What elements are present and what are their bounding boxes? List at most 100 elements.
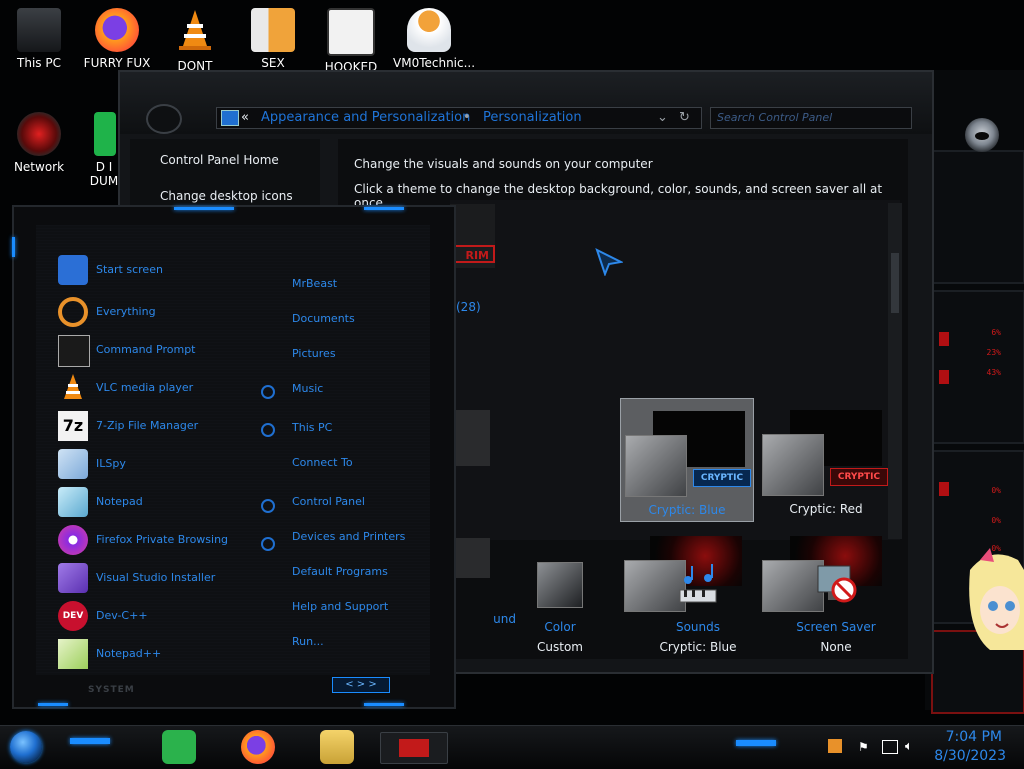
theme-item[interactable]: am <box>416 398 490 520</box>
app-icon <box>94 112 116 156</box>
desktop-icon-furry-fux[interactable]: FURRY FUX <box>81 8 153 70</box>
start-nav-arrows[interactable]: < > > <box>332 677 390 693</box>
theme-cryptic-red[interactable]: CRYPTIC Cryptic: Red <box>760 398 892 520</box>
start-orb-button[interactable] <box>10 731 42 763</box>
theme-scrollbar[interactable] <box>888 203 902 539</box>
start-item-label: Start screen <box>96 263 163 276</box>
taskbar-folder-icon[interactable] <box>320 730 354 764</box>
theme-cryptic-blue[interactable]: CRYPTIC Cryptic: Blue <box>620 398 754 522</box>
theme-banner: RIM <box>450 245 495 263</box>
devcpp-icon: DEV <box>58 601 88 631</box>
pc-icon <box>17 8 61 52</box>
theme-glass-swatch <box>762 434 824 496</box>
start-right-mrbeast[interactable]: MrBeast <box>292 277 337 290</box>
start-item-label: ILSpy <box>96 457 126 470</box>
network-icon <box>17 112 61 156</box>
desktop-icon-vm0technic[interactable]: VM0Technic... <box>393 8 475 70</box>
bullet-icon <box>261 537 275 551</box>
start-right-documents[interactable]: Documents <box>292 312 355 325</box>
start-right-this-pc[interactable]: This PC <box>292 421 332 434</box>
option-value: None <box>820 640 852 654</box>
refresh-icon[interactable]: ↻ <box>679 110 690 125</box>
network-tray-icon[interactable] <box>882 740 898 754</box>
clock-time[interactable]: 7:04 PM <box>920 729 1002 745</box>
gauge-value: 23% <box>986 348 1001 357</box>
volume-icon[interactable]: 🔈︎ <box>905 739 913 754</box>
theme-count: (28) <box>456 300 481 314</box>
desktop-icon-label: FURRY FUX <box>83 56 151 70</box>
start-right-pictures[interactable]: Pictures <box>292 347 336 360</box>
tray-app-icon[interactable] <box>828 739 842 753</box>
breadcrumb-separator: « <box>241 110 249 125</box>
screen-saver-icon <box>817 565 857 603</box>
glow-accent <box>174 207 234 210</box>
firefox-private-icon <box>58 525 88 555</box>
start-footer-label: SYSTEM <box>88 685 135 695</box>
desktop-icon-this-pc[interactable]: This PC <box>3 8 75 70</box>
red-indicator <box>939 332 949 346</box>
breadcrumb-personalization[interactable]: Personalization <box>483 110 582 125</box>
glow-accent <box>364 207 404 210</box>
start-item-label: Notepad++ <box>96 647 162 660</box>
breadcrumb-appearance[interactable]: Appearance and Personalization <box>261 110 470 125</box>
desktop-icon-label: Network <box>13 160 65 174</box>
maze-icon <box>327 8 375 56</box>
magnifier-icon <box>58 297 88 327</box>
search-input[interactable]: Search Control Panel <box>710 107 912 129</box>
address-bar[interactable]: « Appearance and Personalization • Perso… <box>216 107 702 129</box>
red-indicator <box>939 370 949 384</box>
glow-accent <box>364 703 404 706</box>
gauge-value: 0% <box>991 516 1001 525</box>
hxd-icon <box>251 8 295 52</box>
glow-accent <box>12 237 15 257</box>
start-right-music[interactable]: Music <box>292 382 323 395</box>
desktop-icon-label: VM0Technic... <box>393 56 476 70</box>
start-item-label: Firefox Private Browsing <box>96 533 229 546</box>
notepadpp-icon <box>58 639 88 669</box>
start-right-default-programs[interactable]: Default Programs <box>292 565 388 578</box>
taskbar-feedly-icon[interactable] <box>162 730 196 764</box>
sounds-option[interactable]: Sounds Cryptic: Blue <box>643 562 753 654</box>
start-item-label: Everything <box>96 305 156 318</box>
theme-glass-swatch <box>625 435 687 497</box>
desktop-icon-network[interactable]: Network <box>3 112 75 174</box>
screen-saver-option[interactable]: Screen Saver None <box>781 562 891 654</box>
chevron-down-icon[interactable]: ⌄ <box>657 110 668 125</box>
color-swatch-icon <box>537 562 583 608</box>
theme-thumbnail <box>450 410 490 466</box>
page-title: Change the visuals and sounds on your co… <box>354 157 653 171</box>
start-right-connect-to[interactable]: Connect To <box>292 456 353 469</box>
theme-name: Cryptic: Blue <box>648 503 726 517</box>
start-right-control-panel[interactable]: Control Panel <box>292 495 365 508</box>
control-panel-home-link[interactable]: Control Panel Home <box>160 153 279 167</box>
vs-installer-icon <box>58 563 88 593</box>
cp-thumb-icon <box>399 739 429 757</box>
gauge-panel <box>931 150 1024 284</box>
start-right-help-support[interactable]: Help and Support <box>292 600 388 613</box>
firefox-icon <box>95 8 139 52</box>
start-right-run[interactable]: Run... <box>292 635 324 648</box>
taskbar-control-panel-button[interactable] <box>380 732 448 764</box>
bullet-icon <box>261 385 275 399</box>
ilspy-icon <box>58 449 88 479</box>
start-right-devices-printers[interactable]: Devices and Printers <box>292 530 405 543</box>
option-value: Custom <box>537 640 583 654</box>
desktop-icon-label: This PC <box>17 56 61 70</box>
gauge-value: 0% <box>991 486 1001 495</box>
desktop-icon-label: D I DUM <box>89 160 119 188</box>
glow-accent <box>38 703 68 706</box>
flag-icon[interactable]: ⚑ <box>858 740 869 754</box>
color-option[interactable]: Color Custom <box>505 562 615 654</box>
option-label: Color <box>544 620 576 634</box>
back-button[interactable] <box>146 104 182 134</box>
theme-logo: CRYPTIC <box>693 469 751 487</box>
theme-list: RIM (28) am CRYPTIC Cryptic: Blue CRYPTI… <box>416 200 900 612</box>
gauge-value: 43% <box>986 368 1001 377</box>
change-desktop-icons-link[interactable]: Change desktop icons <box>160 189 293 203</box>
scroll-thumb[interactable] <box>891 253 899 313</box>
taskbar-firefox-icon[interactable] <box>241 730 275 764</box>
option-label: Sounds <box>675 620 721 634</box>
avatar-icon <box>407 8 451 52</box>
vlc-icon <box>64 374 82 399</box>
clock-date[interactable]: 8/30/2023 <box>920 748 1006 764</box>
